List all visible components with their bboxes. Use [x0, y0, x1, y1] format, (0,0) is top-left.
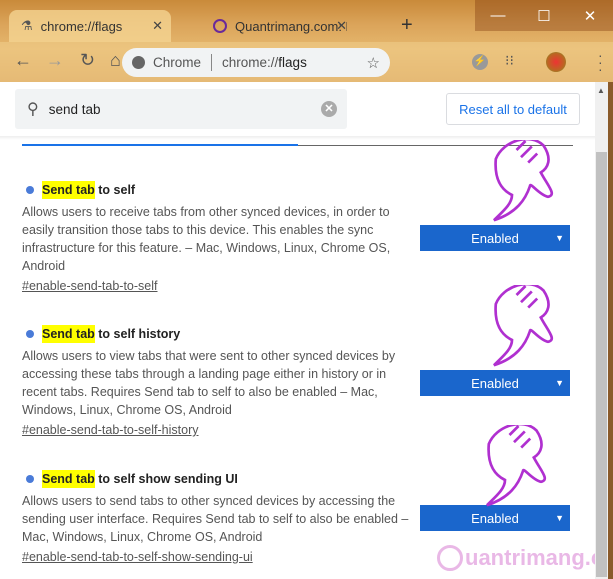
menu-icon[interactable]: · · · — [598, 48, 603, 76]
flag-entry: Send tab to self show sending UI Allows … — [22, 470, 412, 566]
search-icon: ⚲ — [27, 101, 39, 118]
new-tab-button[interactable]: + — [401, 14, 413, 37]
extension-icon[interactable]: ⁝⁝ — [505, 52, 514, 69]
pointing-hand-icon — [486, 425, 547, 507]
extension-icon[interactable]: ⚡ — [472, 54, 488, 70]
window-controls: — ☐ ✕ — [475, 0, 613, 31]
pointing-hand-icon — [493, 285, 554, 367]
maximize-button[interactable]: ☐ — [521, 0, 567, 31]
close-window-button[interactable]: ✕ — [567, 0, 613, 31]
quantrimang-icon — [213, 19, 227, 33]
tab-quantrimang[interactable]: Quantrimang.com: Kiế ✕ — [205, 10, 355, 42]
chrome-icon — [132, 56, 145, 69]
flask-icon: ⚗ — [21, 18, 33, 33]
flag-entry: Send tab to self history Allows users to… — [22, 325, 412, 439]
pointing-hand-icon — [493, 140, 554, 222]
clear-search-icon[interactable]: ✕ — [321, 101, 337, 117]
avatar[interactable] — [546, 52, 566, 72]
minimize-button[interactable]: — — [475, 0, 521, 31]
close-tab-icon[interactable]: ✕ — [336, 18, 347, 34]
reset-all-button[interactable]: Reset all to default — [446, 93, 580, 125]
scrollbar[interactable]: ▲ — [595, 82, 608, 579]
home-icon[interactable]: ⌂ — [110, 50, 121, 71]
address-bar[interactable]: Chrome chrome://flags ☆ — [122, 48, 390, 77]
flag-entry: Send tab to self Allows users to receive… — [22, 181, 412, 295]
tab-available-indicator[interactable] — [22, 144, 298, 146]
close-tab-icon[interactable]: ✕ — [152, 18, 163, 34]
star-icon[interactable]: ☆ — [367, 54, 380, 72]
flag-link[interactable]: #enable-send-tab-to-self-history — [22, 421, 412, 439]
back-icon[interactable]: ← — [14, 50, 32, 71]
search-flags-input[interactable]: ⚲ send tab ✕ — [15, 89, 347, 129]
scrollbar-thumb[interactable] — [596, 152, 607, 577]
tab-flags[interactable]: ⚗ chrome://flags ✕ — [9, 10, 171, 42]
window-frame: — ☐ ✕ ⚗ chrome://flags ✕ Quantrimang.com… — [0, 0, 613, 82]
forward-icon[interactable]: → — [46, 50, 64, 71]
reload-icon[interactable]: ↻ — [80, 50, 95, 71]
flag-link[interactable]: #enable-send-tab-to-self — [22, 277, 412, 295]
watermark: uantrimang.com — [437, 545, 613, 571]
flag-link[interactable]: #enable-send-tab-to-self-show-sending-ui — [22, 548, 412, 566]
